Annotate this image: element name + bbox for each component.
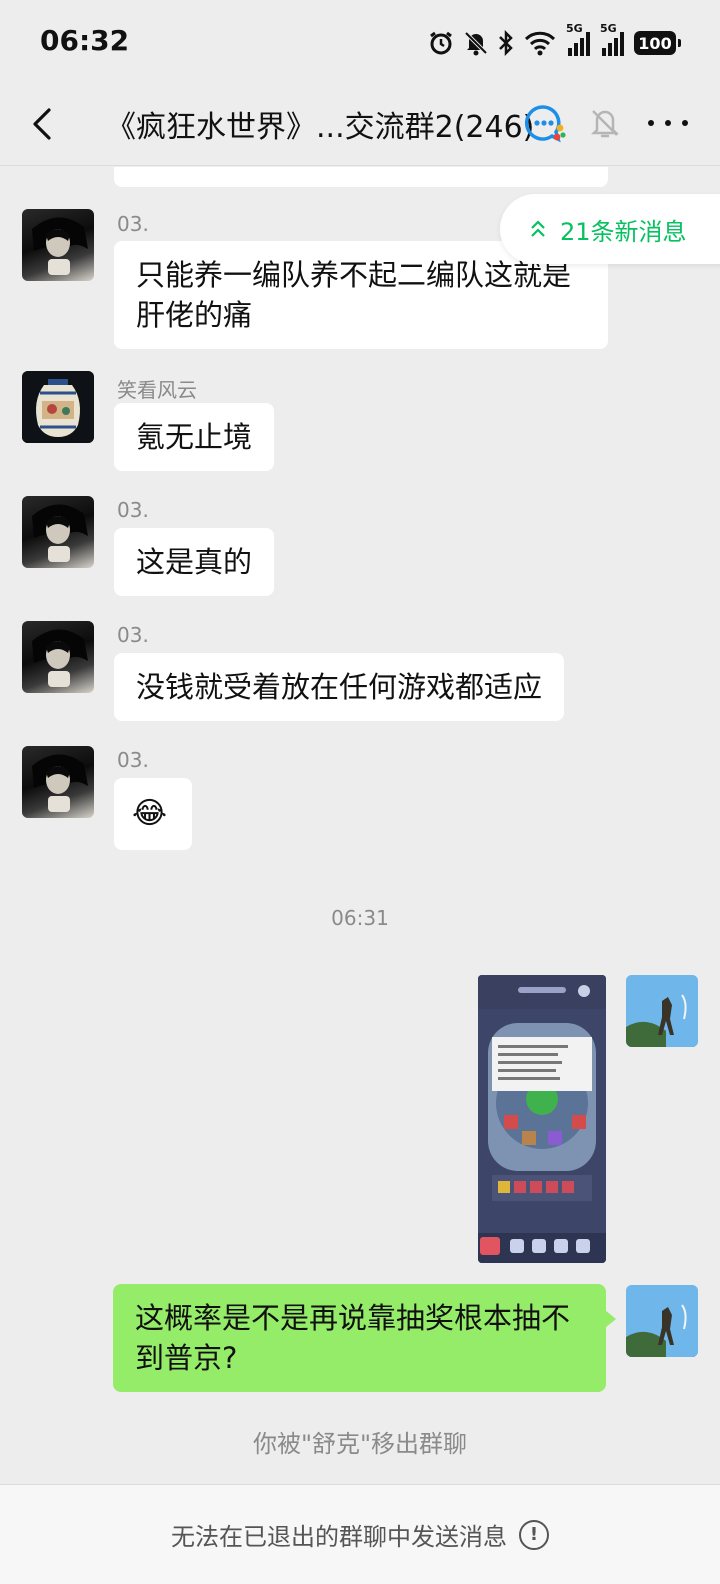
more-button[interactable]: [648, 106, 688, 140]
message-text: 只能养一编队养不起二编队这就是: [136, 258, 572, 292]
message-text: 肝佬的痛: [136, 298, 253, 332]
system-note: 你被"舒克"移出群聊: [252, 1430, 468, 1458]
footer-bar: 无法在已退出的群聊中发送消息 !: [0, 1484, 720, 1584]
signal-icon: 5G: [566, 22, 590, 56]
sender-name: 笑看风云: [117, 378, 197, 402]
back-button[interactable]: [22, 102, 62, 146]
time-divider: 06:31: [331, 906, 389, 930]
footer-text: 无法在已退出的群聊中发送消息: [171, 1523, 507, 1551]
my-avatar[interactable]: [626, 1285, 698, 1357]
avatar[interactable]: [22, 746, 94, 818]
wifi-icon: [524, 28, 556, 58]
double-chevron-up-icon: [531, 220, 545, 237]
sender-name: 03.: [117, 498, 149, 522]
sender-name: 03.: [117, 623, 149, 647]
sender-name: 03.: [117, 212, 149, 236]
avatar[interactable]: [22, 209, 94, 281]
avatar[interactable]: [22, 621, 94, 693]
outgoing-message-bubble[interactable]: 这概率是不是再说靠抽奖根本抽不 到普京?: [113, 1284, 616, 1392]
chat-header: 《疯狂水世界》...交流群2(246): [0, 84, 720, 166]
back-chevron-icon: [33, 108, 51, 140]
battery-icon: 100: [634, 31, 681, 55]
message-text: 这是真的: [136, 545, 253, 579]
group-chat-icon[interactable]: [524, 104, 566, 144]
status-time: 06:32: [40, 24, 130, 57]
message-text: 到普京?: [135, 1341, 238, 1375]
status-bar: 06:32 5G 5G 100: [0, 0, 720, 84]
image-message[interactable]: [478, 975, 606, 1263]
message-text: 没钱就受着放在任何游戏都适应: [136, 670, 543, 704]
message-bubble[interactable]: 没钱就受着放在任何游戏都适应: [114, 653, 565, 721]
laughing-tears-emoji-icon: 😂: [132, 796, 168, 831]
chat-title[interactable]: 《疯狂水世界》...交流群2(246): [106, 102, 534, 146]
message-bubble[interactable]: 这是真的: [114, 528, 275, 596]
signal-icon: 5G: [600, 22, 624, 56]
new-messages-button[interactable]: 21条新消息: [500, 194, 720, 264]
avatar[interactable]: [22, 371, 94, 443]
mute-bell-icon: [590, 106, 620, 140]
message-bubble[interactable]: 😂: [114, 778, 192, 850]
message-text: 这概率是不是再说靠抽奖根本抽不: [135, 1301, 571, 1335]
info-circle-icon[interactable]: !: [519, 1519, 549, 1550]
message-bubble[interactable]: 氪无止境: [114, 403, 275, 471]
message-text: 氪无止境: [136, 420, 253, 454]
alarm-icon: [428, 28, 454, 58]
more-dots-icon: [648, 120, 654, 126]
message-bubble-partial: [114, 167, 608, 187]
bell-off-icon: [464, 28, 488, 58]
avatar[interactable]: [22, 496, 94, 568]
sender-name: 03.: [117, 748, 149, 772]
my-avatar[interactable]: [626, 975, 698, 1047]
status-icons: 5G 5G 100: [428, 22, 681, 60]
bluetooth-icon: [498, 28, 514, 58]
new-messages-label: 21条新消息: [560, 217, 687, 246]
